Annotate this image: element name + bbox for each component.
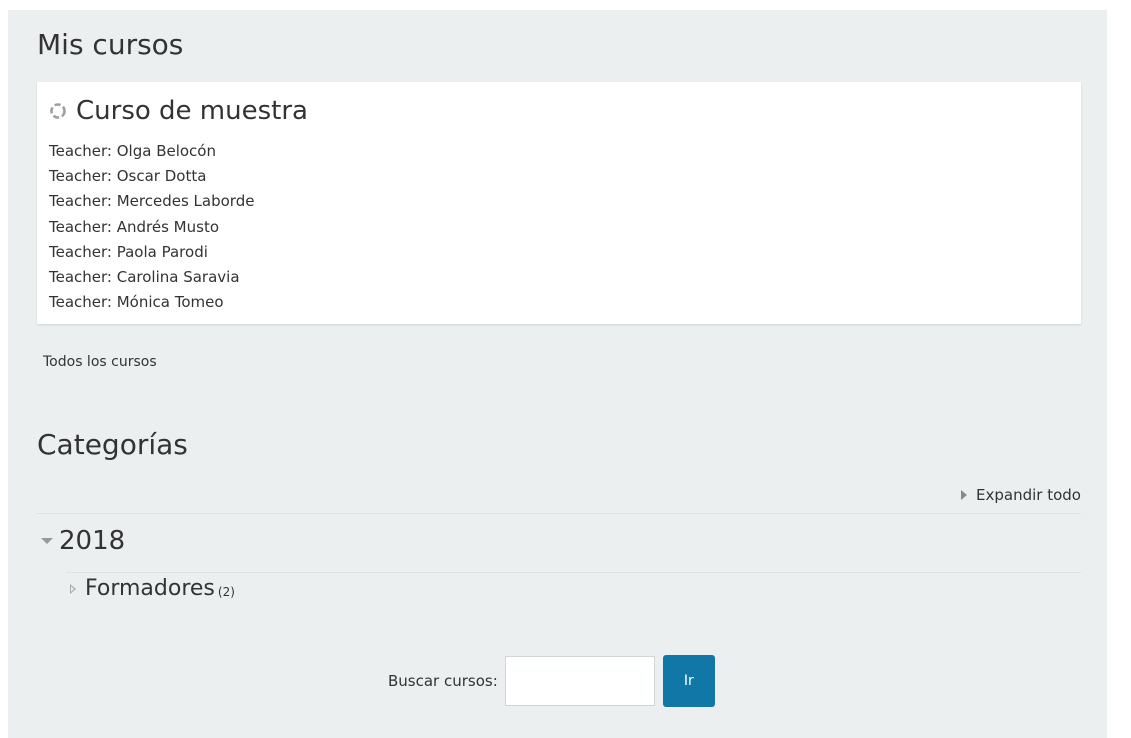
teacher-link[interactable]: Teacher: Oscar Dotta — [49, 167, 206, 185]
all-courses-link[interactable]: Todos los cursos — [43, 354, 157, 370]
search-label: Buscar cursos: — [388, 672, 498, 690]
teacher-list: Teacher: Olga Belocón Teacher: Oscar Dot… — [49, 139, 254, 315]
teacher-item: Teacher: Mónica Tomeo — [49, 290, 254, 315]
my-courses-heading: Mis cursos — [37, 28, 184, 61]
teacher-link[interactable]: Teacher: Paola Parodi — [49, 243, 208, 261]
page-content: Mis cursos Curso de muestra Teacher: Olg… — [8, 10, 1107, 738]
category-2018: 2018 — [37, 513, 1081, 572]
teacher-link[interactable]: Teacher: Olga Belocón — [49, 142, 216, 160]
expand-arrow-icon[interactable] — [70, 583, 76, 594]
teacher-item: Teacher: Mercedes Laborde — [49, 189, 254, 214]
teacher-item: Teacher: Paola Parodi — [49, 240, 254, 265]
subcategory-name-link[interactable]: Formadores — [85, 576, 215, 601]
teacher-item: Teacher: Andrés Musto — [49, 215, 254, 240]
search-button[interactable]: Ir — [662, 655, 715, 707]
teacher-link[interactable]: Teacher: Andrés Musto — [49, 218, 219, 236]
subcategory-formadores: Formadores (2) — [66, 572, 1081, 603]
teacher-item: Teacher: Oscar Dotta — [49, 164, 254, 189]
subcategory-header: Formadores (2) — [70, 576, 235, 601]
teacher-item: Teacher: Olga Belocón — [49, 139, 254, 164]
course-card: Curso de muestra Teacher: Olga Belocón T… — [37, 82, 1081, 324]
course-count: (2) — [217, 584, 235, 599]
category-name: 2018 — [59, 526, 126, 556]
collapse-arrow-icon — [41, 538, 53, 544]
expand-all-label: Expandir todo — [976, 486, 1081, 504]
teacher-item: Teacher: Carolina Saravia — [49, 265, 254, 290]
course-name-link[interactable]: Curso de muestra — [76, 96, 308, 126]
course-header: Curso de muestra — [48, 96, 308, 126]
category-toggle[interactable]: 2018 — [41, 526, 125, 556]
course-search-form: Buscar cursos: Ir — [388, 655, 715, 707]
expand-arrow-icon — [961, 490, 968, 500]
teacher-link[interactable]: Teacher: Mónica Tomeo — [49, 293, 224, 311]
expand-all-link[interactable]: Expandir todo — [961, 486, 1081, 504]
categories-heading: Categorías — [37, 428, 188, 461]
teacher-link[interactable]: Teacher: Carolina Saravia — [49, 268, 240, 286]
teacher-link[interactable]: Teacher: Mercedes Laborde — [49, 192, 254, 210]
search-input[interactable] — [504, 656, 655, 706]
course-icon — [48, 101, 68, 121]
